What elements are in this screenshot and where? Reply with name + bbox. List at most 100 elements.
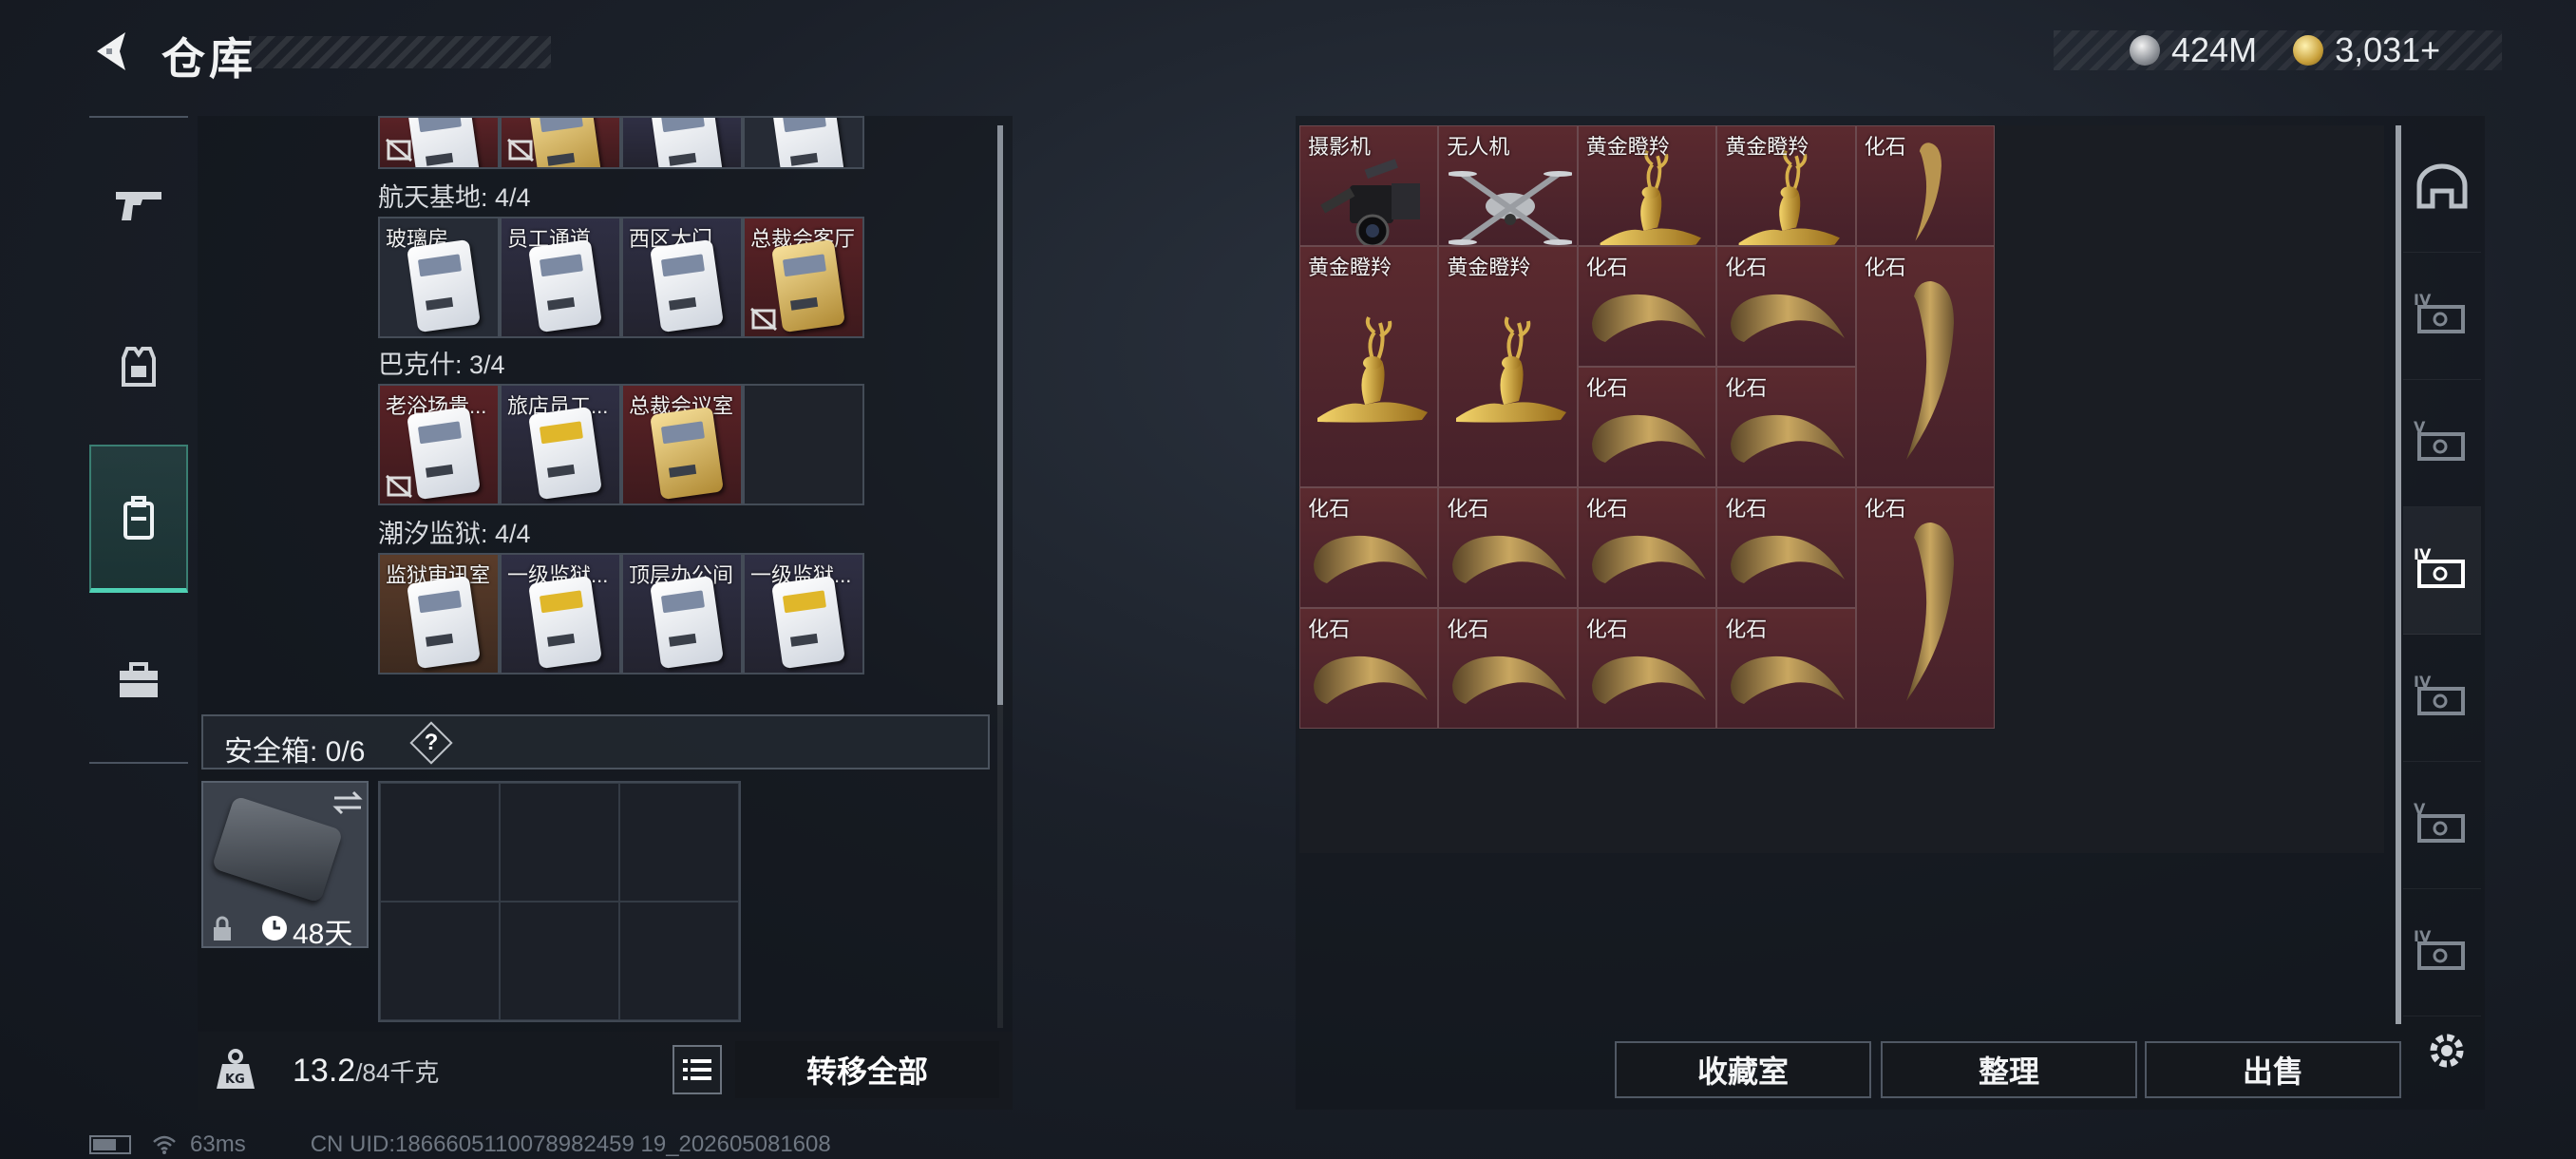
help-button[interactable]: ?	[414, 726, 448, 760]
side-tab-case-iv-icon[interactable]: IV	[2403, 889, 2481, 1016]
safebox-slot[interactable]	[619, 783, 739, 902]
stash-scrollbar[interactable]	[2396, 125, 2401, 1024]
stash-item[interactable]: 黄金瞪羚	[1577, 125, 1717, 246]
top-bar: 仓库 424M 3,031+	[0, 0, 2576, 104]
keycard-slot[interactable]: 西区大门	[621, 217, 743, 338]
keycard-slot[interactable]	[621, 116, 743, 169]
safebox-slot[interactable]	[619, 902, 739, 1020]
keycard-slot[interactable]: 顶层办公间	[621, 553, 743, 674]
side-tab-case-iv-icon[interactable]: IV	[2403, 635, 2481, 762]
sell-button[interactable]: 出售	[2145, 1041, 2401, 1098]
nav-weapons[interactable]	[89, 156, 188, 255]
organize-button[interactable]: 整理	[1881, 1041, 2137, 1098]
stash-item[interactable]: 化石	[1438, 487, 1578, 608]
side-tab-dome-icon[interactable]	[2403, 125, 2481, 253]
keycard-icon	[650, 238, 724, 333]
keycard-slot[interactable]: 旅店员工...	[500, 384, 621, 505]
nav-backpack[interactable]	[89, 445, 188, 593]
uid-text: CN UID:1866605110078982459 19_2026050816…	[310, 1131, 831, 1157]
keycard-slot[interactable]: 总裁会客厅	[743, 217, 864, 338]
safebox-item[interactable]: 48天	[201, 781, 369, 950]
keycard-slot[interactable]: 监狱审讯室	[378, 553, 500, 674]
left-nav	[89, 116, 188, 764]
inventory-scrollbar[interactable]	[997, 125, 1003, 705]
keycard-slot[interactable]: 一级监狱...	[743, 553, 864, 674]
stash-item[interactable]: 摄影机	[1299, 125, 1439, 246]
keycard-slot[interactable]: 员工通道	[500, 217, 621, 338]
back-arrow-icon[interactable]	[87, 27, 137, 76]
swap-icon[interactable]	[331, 788, 365, 817]
safe-case-icon	[211, 795, 344, 903]
stash-item[interactable]: 化石	[1716, 367, 1856, 487]
unavailable-icon	[507, 139, 534, 162]
gear-icon	[2430, 1034, 2464, 1068]
side-tab-case-iv-icon[interactable]: IV	[2403, 253, 2481, 380]
safebox-slot[interactable]	[500, 783, 619, 902]
silver-coin-icon	[2130, 35, 2160, 66]
settings-button[interactable]	[2418, 1022, 2475, 1079]
stash-item[interactable]: 化石	[1577, 487, 1717, 608]
currency-bar: 424M 3,031+	[2054, 30, 2502, 70]
side-tab-case-v-icon[interactable]: V	[2403, 380, 2481, 507]
stash-item[interactable]: 化石	[1855, 246, 1995, 487]
list-view-button[interactable]	[672, 1045, 722, 1094]
safebox-slot[interactable]	[380, 783, 500, 902]
transfer-all-button[interactable]: 转移全部	[735, 1041, 999, 1098]
page-title: 仓库	[161, 34, 256, 84]
stash-item-label: 黄金瞪羚	[1585, 135, 1670, 159]
safebox-grid	[378, 781, 741, 1022]
gold-amount[interactable]: 3,031+	[2335, 30, 2440, 70]
weight-bar: KG 13.2/84千克 转移全部	[198, 1032, 1013, 1110]
safebox-slot[interactable]	[380, 902, 500, 1020]
stash-item[interactable]: 化石	[1855, 487, 1995, 729]
stash-item[interactable]: 无人机	[1438, 125, 1578, 246]
case-v-icon: V	[2414, 417, 2471, 469]
keycard-slot[interactable]	[743, 116, 864, 169]
keycard-slot[interactable]: 老浴场贵...	[378, 384, 500, 505]
stash-item[interactable]: 黄金瞪羚	[1716, 125, 1856, 246]
stash-item-label: 黄金瞪羚	[1447, 256, 1531, 279]
stash-item-label: 化石	[1585, 256, 1628, 279]
case-iv-icon: IV	[2414, 290, 2471, 342]
keycard-slot[interactable]	[500, 116, 621, 169]
status-bar: 63ms CN UID:1866605110078982459 19_20260…	[89, 1130, 831, 1159]
safebox-header: 安全箱: 0/6 ?	[201, 714, 990, 770]
side-tab-case-iv-icon[interactable]: IV	[2403, 507, 2481, 635]
stash-item-label: 化石	[1864, 256, 1906, 279]
case-iv-icon: IV	[2414, 926, 2471, 978]
nav-armor[interactable]	[89, 317, 188, 416]
stash-item-label: 化石	[1585, 376, 1628, 400]
stash-item-label: 化石	[1308, 497, 1351, 521]
stash-item[interactable]: 化石	[1716, 487, 1856, 608]
side-tab-case-v-icon[interactable]: V	[2403, 762, 2481, 889]
keycard-icon	[650, 406, 724, 501]
stash-side-tabs: IV V IV IV V IV	[2403, 125, 2481, 1024]
stash-grid: 摄影机 无人机 黄金瞪羚 黄金瞪羚 化石 黄金瞪羚 黄金瞪羚 化石 化石 化石 化石 化石 化石 化石 化石…	[1299, 125, 2384, 853]
stash-item[interactable]: 化石	[1716, 246, 1856, 367]
stash-item[interactable]: 化石	[1716, 608, 1856, 729]
stash-item[interactable]: 化石	[1577, 367, 1717, 487]
nav-toolbox[interactable]	[89, 631, 188, 730]
stash-item[interactable]: 化石	[1855, 125, 1995, 246]
stash-item[interactable]: 化石	[1299, 487, 1439, 608]
stash-item-label: 化石	[1447, 618, 1489, 641]
stash-item[interactable]: 化石	[1577, 246, 1717, 367]
safebox-slot[interactable]	[500, 902, 619, 1020]
keycard-slot[interactable]	[378, 116, 500, 169]
keycard-slot[interactable]: 一级监狱...	[500, 553, 621, 674]
stash-item[interactable]: 化石	[1299, 608, 1439, 729]
stash-item[interactable]: 黄金瞪羚	[1299, 246, 1439, 487]
keycard-row: 老浴场贵... 旅店员工... 总裁会议室	[378, 384, 864, 505]
keycard-slot[interactable]: 总裁会议室	[621, 384, 743, 505]
case-v-icon: V	[2414, 799, 2471, 851]
stash-item[interactable]: 化石	[1577, 608, 1717, 729]
wifi-icon	[153, 1135, 176, 1154]
stash-item-label: 黄金瞪羚	[1725, 135, 1809, 159]
stash-item[interactable]: 黄金瞪羚	[1438, 246, 1578, 487]
list-icon	[683, 1059, 711, 1080]
keycard-slot[interactable]: 玻璃房	[378, 217, 500, 338]
keycard-slot-empty	[743, 384, 864, 505]
collection-room-button[interactable]: 收藏室	[1615, 1041, 1871, 1098]
region-label: 潮汐监狱: 4/4	[378, 520, 531, 548]
stash-item[interactable]: 化石	[1438, 608, 1578, 729]
